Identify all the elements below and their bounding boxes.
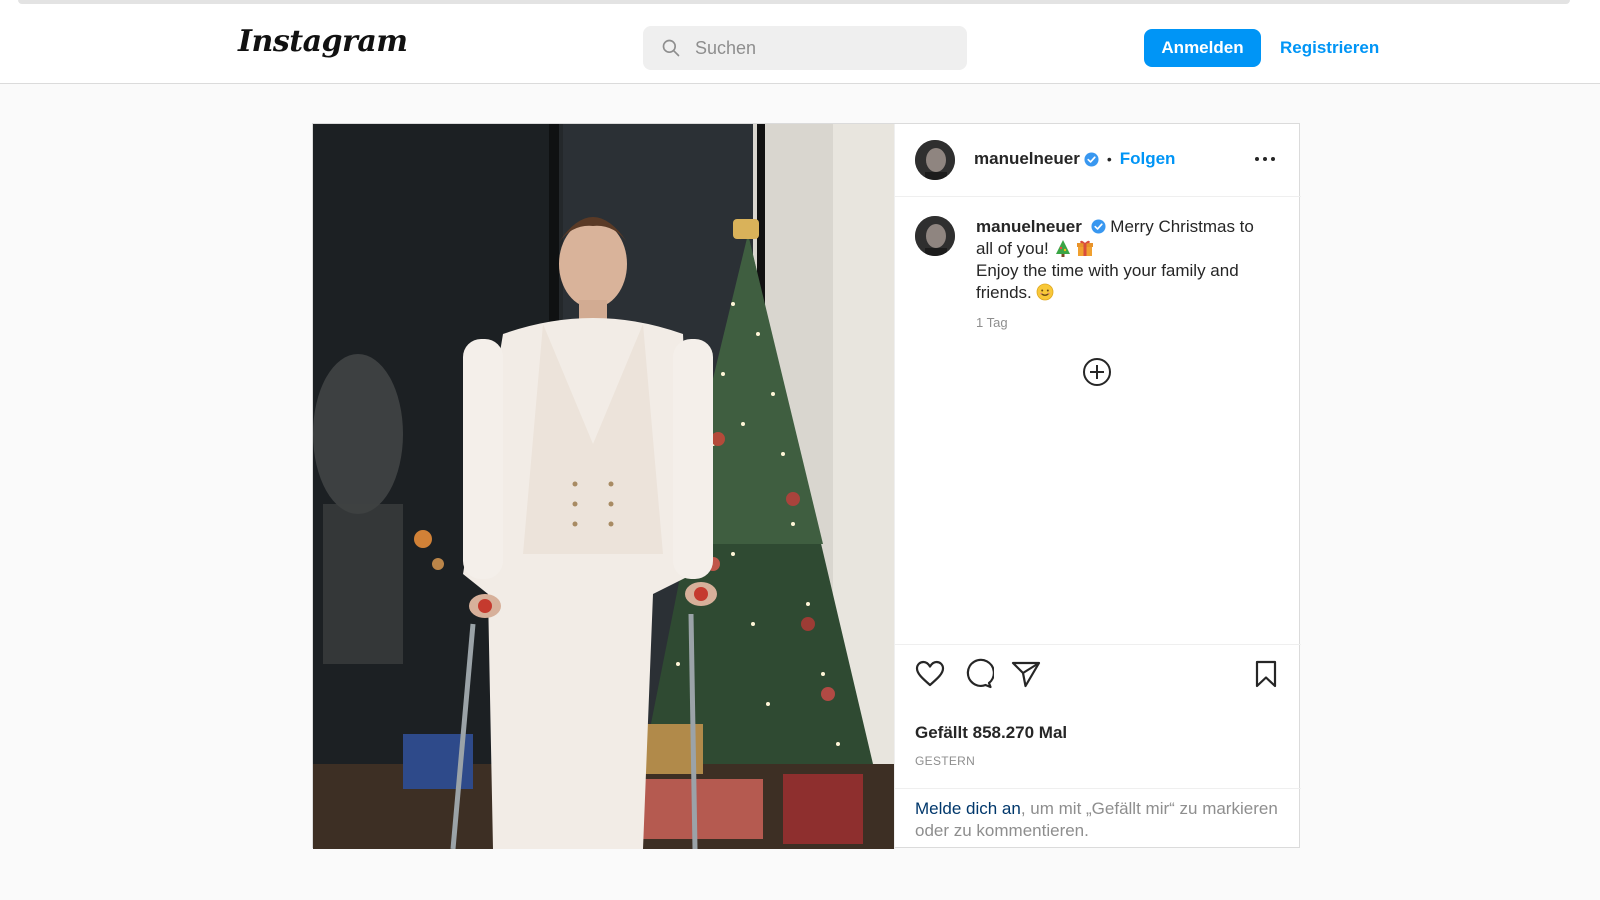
- caption-username[interactable]: manuelneuer: [976, 217, 1082, 236]
- post-photo[interactable]: [313, 124, 894, 849]
- post-date: GESTERN: [915, 754, 976, 768]
- post-header: manuelneuer • Folgen: [895, 124, 1301, 197]
- follow-button[interactable]: Folgen: [1120, 149, 1176, 169]
- instagram-logo[interactable]: Instagram: [238, 24, 408, 59]
- share-icon[interactable]: [1010, 658, 1042, 690]
- author-username[interactable]: manuelneuer: [974, 149, 1080, 169]
- search-icon: [662, 39, 680, 57]
- action-bar-divider: [895, 644, 1301, 645]
- separator-dot: •: [1106, 151, 1112, 167]
- login-prompt: Melde dich an, um mit „Gefällt mir“ zu m…: [895, 788, 1301, 849]
- avatar-image: [915, 216, 955, 256]
- verified-icon: [1084, 151, 1099, 167]
- register-link[interactable]: Registrieren: [1280, 38, 1379, 58]
- login-button[interactable]: Anmelden: [1144, 29, 1261, 67]
- heart-icon[interactable]: [914, 658, 946, 690]
- caption-text-line2: Enjoy the time with your family and frie…: [976, 261, 1239, 302]
- more-icon[interactable]: [1253, 151, 1277, 167]
- search-box[interactable]: [643, 26, 967, 70]
- smile-emoji: [1037, 283, 1054, 301]
- top-nav: Instagram Anmelden Registrieren: [0, 10, 1600, 84]
- caption-avatar[interactable]: [915, 216, 955, 256]
- likes-count[interactable]: Gefällt 858.270 Mal: [915, 723, 1067, 743]
- gift-emoji: [1077, 240, 1094, 256]
- comment-icon[interactable]: [962, 658, 994, 690]
- photo-illustration: [313, 124, 894, 849]
- avatar[interactable]: [915, 140, 955, 180]
- bookmark-icon[interactable]: [1250, 658, 1282, 690]
- login-prompt-link[interactable]: Melde dich an: [915, 799, 1021, 818]
- search-input[interactable]: [695, 26, 955, 70]
- post-author-line: manuelneuer • Folgen: [974, 149, 1175, 169]
- post-sidebar: manuelneuer • Folgen manuelneuer Merry C…: [894, 124, 1301, 849]
- post-card: manuelneuer • Folgen manuelneuer Merry C…: [312, 123, 1301, 849]
- tree-emoji: [1055, 240, 1070, 257]
- browser-scroll-edge: [18, 0, 1570, 4]
- caption-body: manuelneuer Merry Christmas to all of yo…: [976, 216, 1266, 334]
- verified-icon: [1091, 219, 1106, 234]
- avatar-image: [915, 140, 955, 180]
- browser-top-strip: [0, 0, 1600, 10]
- caption-timestamp: 1 Tag: [976, 315, 1008, 330]
- add-comment-icon[interactable]: [1081, 356, 1113, 388]
